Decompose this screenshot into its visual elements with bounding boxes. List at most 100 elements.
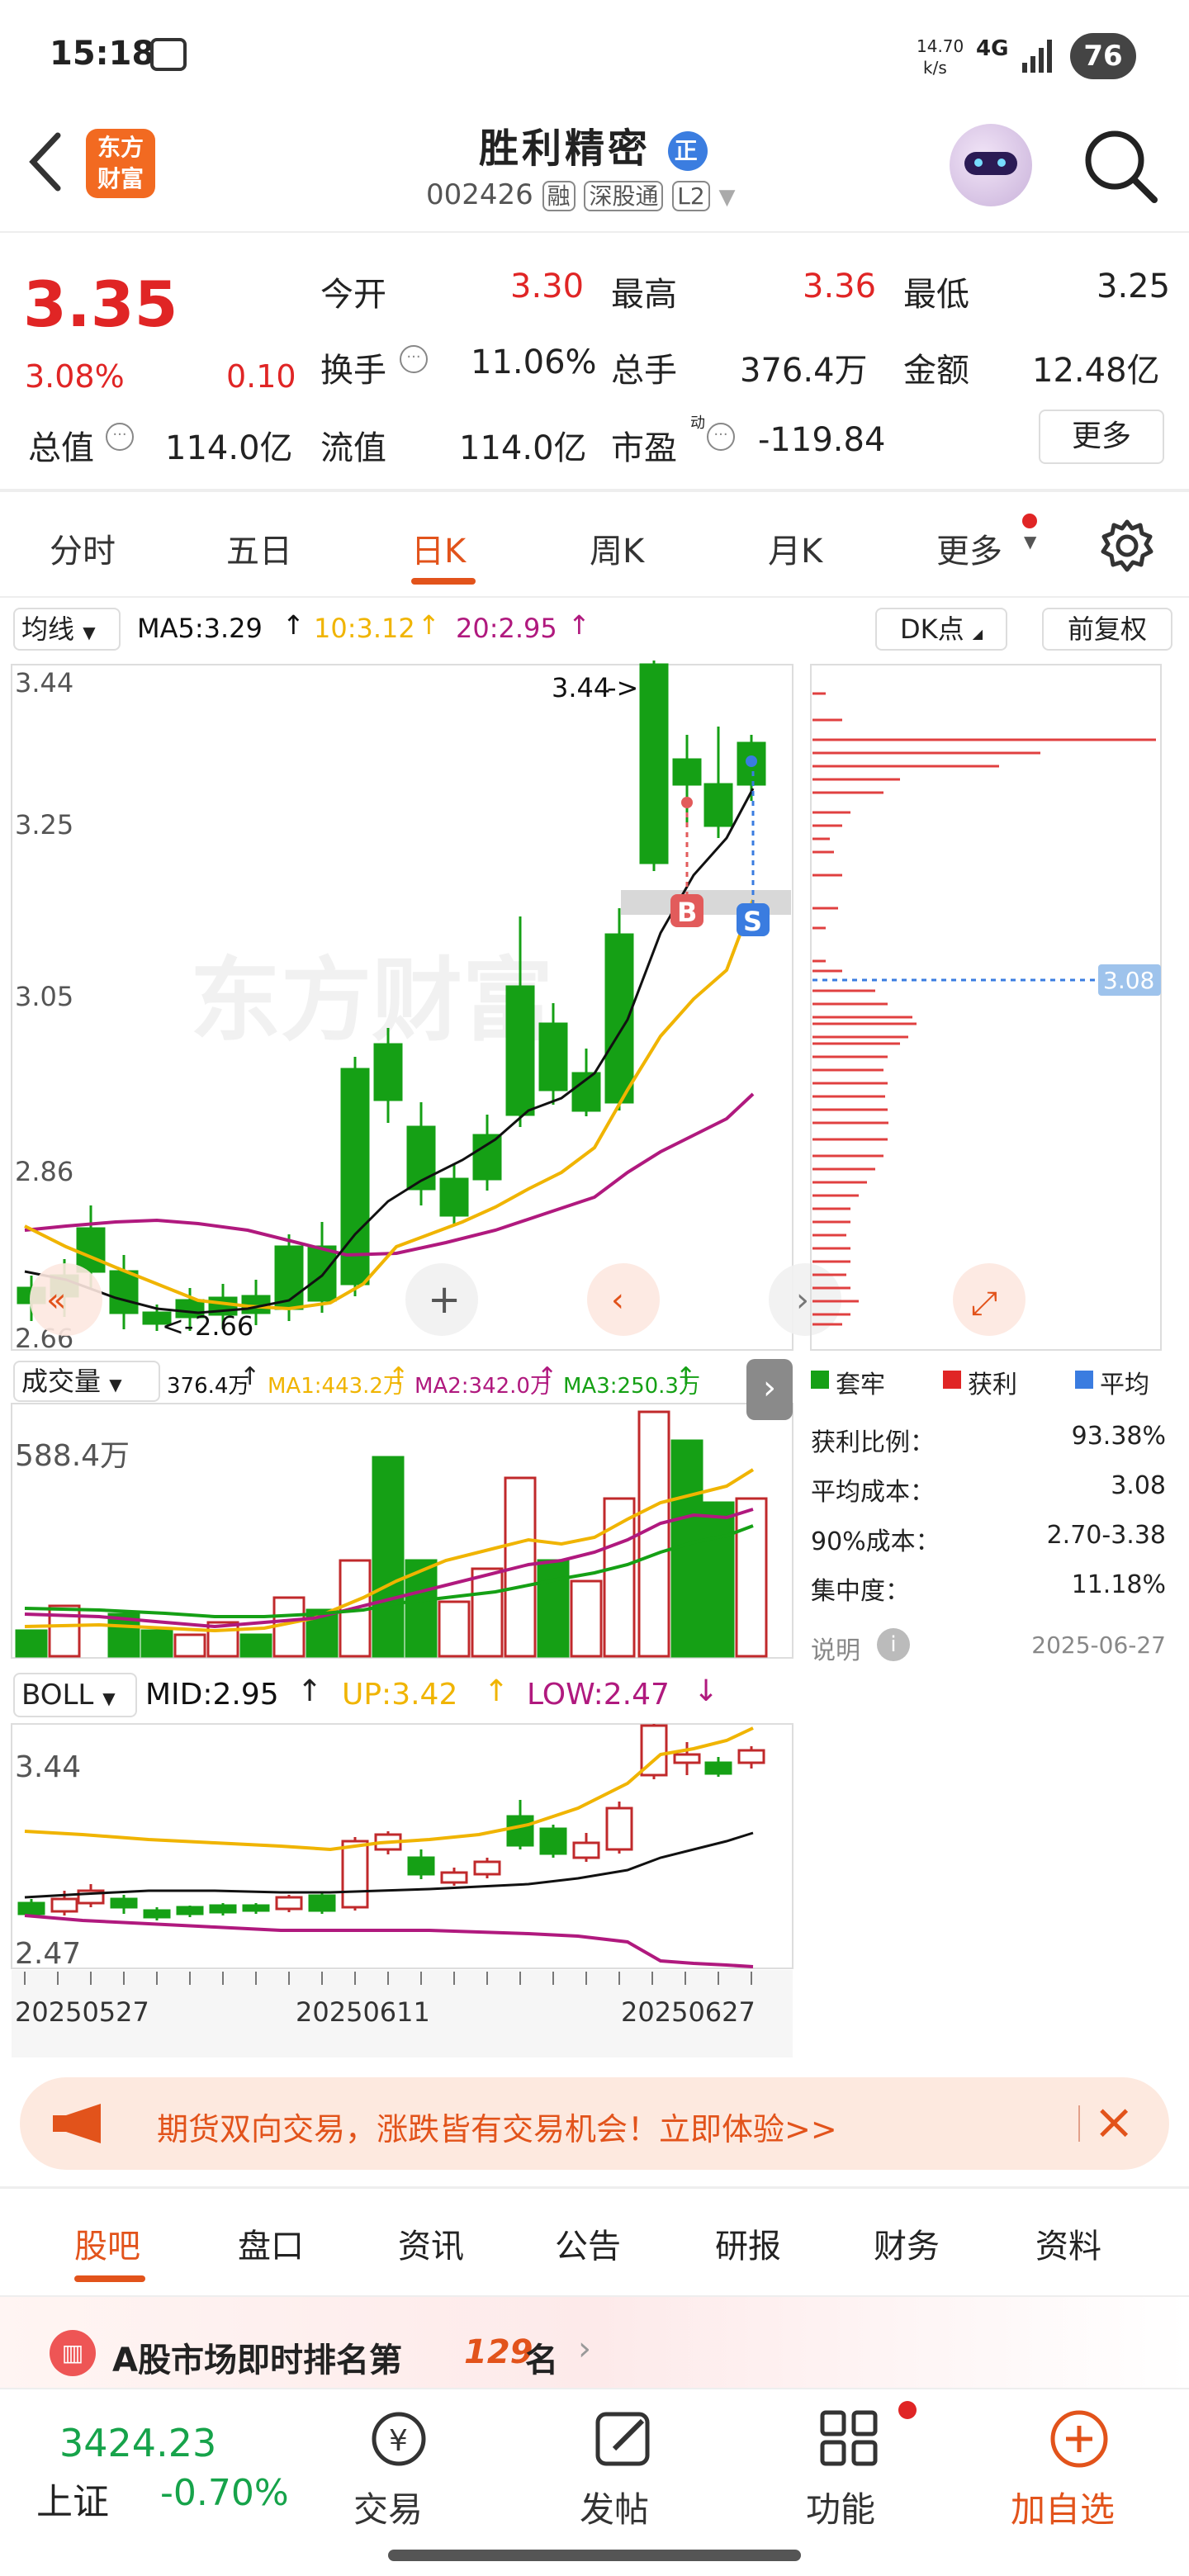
bottom-bar: 3424.23 上证 -0.70% ¥ 交易 发帖 功能 加自选 xyxy=(0,2388,1189,2576)
notification-dot xyxy=(1022,514,1037,528)
info-icon[interactable]: i xyxy=(877,1628,910,1661)
add-circle-icon[interactable] xyxy=(1042,2406,1116,2472)
boll-low-arrow-icon: ↓ xyxy=(694,1674,719,1708)
ma5-value: MA5:3.29 xyxy=(137,613,263,644)
ma10-value: 10:3.12 xyxy=(314,613,415,644)
tab-zixun[interactable]: 资讯 xyxy=(398,2219,464,2267)
boll-candle-body xyxy=(407,1856,435,1876)
candle-body xyxy=(672,758,702,786)
ma-selector[interactable]: 均线 ▼ xyxy=(13,608,121,651)
expand-panel-button[interactable]: › xyxy=(746,1359,793,1420)
boll-candle-body xyxy=(176,1906,204,1915)
last-price: 3.35 xyxy=(23,268,178,341)
stock-name: 胜利精密 xyxy=(479,125,651,172)
cost-stats: 获利比例： 93.38% 平均成本： 3.08 90%成本： 2.70-3.38… xyxy=(811,1422,1166,1686)
tab-yuek[interactable]: 月K xyxy=(768,524,822,572)
kline-chart[interactable]: 东方财富 3.443.253.052.862.66 3.44 -> <- 2.6… xyxy=(0,656,1189,2060)
tab-fenshi[interactable]: 分时 xyxy=(50,524,116,572)
net-speed-bottom: k/s xyxy=(923,58,947,78)
boll-selector[interactable]: BOLL ▼ xyxy=(13,1673,137,1717)
search-icon[interactable] xyxy=(1082,127,1161,206)
trade-icon[interactable]: ¥ xyxy=(362,2406,436,2472)
boll-candle-body xyxy=(110,1897,138,1909)
info-icon[interactable]: ··· xyxy=(400,345,428,373)
tab-guba[interactable]: 股吧 xyxy=(74,2219,140,2267)
quote-panel: 3.35 3.08% 0.10 今开 3.30 最高 3.36 最低 3.25 … xyxy=(0,233,1189,489)
battery-icon: 76 xyxy=(1070,33,1136,79)
index-name[interactable]: 上证 xyxy=(36,2472,109,2525)
price-axis-label: 3.25 xyxy=(15,809,73,841)
post-label[interactable]: 发帖 xyxy=(580,2482,649,2532)
info-icon[interactable]: ··· xyxy=(707,423,735,451)
dk-point-button[interactable]: DK点 ◢ xyxy=(875,608,1007,651)
float-label: 流值 xyxy=(320,429,386,467)
avg-label: 平均 xyxy=(1100,1371,1149,1399)
back-icon[interactable] xyxy=(25,129,66,195)
trade-label[interactable]: 交易 xyxy=(353,2482,423,2532)
candle-body xyxy=(472,1134,502,1181)
more-button[interactable]: 更多 xyxy=(1039,410,1164,464)
low-value: 3.25 xyxy=(1097,268,1171,305)
boll-candle-body xyxy=(50,1897,78,1913)
volume-label: 总手 xyxy=(611,352,677,390)
plus-icon: + xyxy=(428,1276,461,1323)
note-label[interactable]: 说明 xyxy=(811,1630,860,1666)
home-indicator xyxy=(388,2550,801,2561)
tab-wuri[interactable]: 五日 xyxy=(226,524,292,572)
tab-pankou[interactable]: 盘口 xyxy=(238,2219,304,2267)
post-icon[interactable] xyxy=(586,2406,661,2472)
robot-avatar[interactable] xyxy=(950,124,1032,206)
divider xyxy=(0,2186,1189,2189)
function-grid-icon[interactable] xyxy=(812,2406,887,2472)
volume-selector[interactable]: 成交量 ▼ xyxy=(13,1361,160,1402)
tab-gonggao[interactable]: 公告 xyxy=(555,2219,621,2267)
function-label[interactable]: 功能 xyxy=(806,2482,875,2532)
double-chevron-left-icon: « xyxy=(46,1281,66,1319)
tab-ziliao[interactable]: 资料 xyxy=(1035,2219,1101,2267)
profit-label: 获利 xyxy=(968,1371,1017,1399)
app-logo[interactable]: 东方 财富 xyxy=(86,129,155,198)
dropdown-triangle-icon[interactable]: ▼ xyxy=(719,185,736,210)
gear-icon[interactable] xyxy=(1098,517,1156,575)
index-change[interactable]: -0.70% xyxy=(160,2472,289,2514)
tab-yanbao[interactable]: 研报 xyxy=(715,2219,781,2267)
ranking-value: 129 xyxy=(464,2333,533,2371)
volume-bar xyxy=(471,1567,504,1658)
candle-body xyxy=(373,1043,403,1101)
stat-label: 获利比例： xyxy=(811,1428,935,1457)
tab-more[interactable]: 更多 xyxy=(936,524,1002,572)
boll-candle-body xyxy=(704,1761,732,1775)
volume-bar xyxy=(735,1497,768,1658)
stat-value: 3.08 xyxy=(1111,1471,1166,1500)
battery-level: 76 xyxy=(1083,40,1123,73)
price-axis-label: 3.05 xyxy=(15,981,73,1012)
ranking-banner[interactable]: ▥ A股市场即时排名第 129 名 › xyxy=(0,2297,1189,2388)
logo-line1: 东方 xyxy=(97,134,144,161)
low-label: 最低 xyxy=(903,276,969,314)
stat-value: 11.18% xyxy=(1071,1570,1166,1599)
boll-up-value: UP:3.42 xyxy=(342,1678,458,1712)
ad-banner[interactable]: 期货双向交易，涨跌皆有交易机会！立即体验>> × xyxy=(20,2077,1169,2170)
stat-value: 93.38% xyxy=(1071,1422,1166,1451)
volume-bar xyxy=(372,1456,405,1658)
stat-label: 平均成本： xyxy=(811,1478,935,1507)
volume-bar xyxy=(537,1559,570,1658)
add-watchlist-label[interactable]: 加自选 xyxy=(1011,2482,1115,2532)
stock-code-row[interactable]: 002426 融 深股通 L2 ▼ xyxy=(426,178,736,211)
close-icon[interactable]: × xyxy=(1093,2089,1135,2155)
buy-marker-label: B xyxy=(677,897,697,928)
boll-candle-body xyxy=(242,1904,270,1912)
info-icon[interactable]: ··· xyxy=(106,423,134,451)
ma20-value: 20:2.95 xyxy=(456,613,557,644)
volume-bar xyxy=(570,1579,603,1658)
tab-rik[interactable]: 日K xyxy=(411,524,466,572)
boll-candle-body xyxy=(673,1753,701,1764)
ad-text: 期货双向交易，涨跌皆有交易机会！立即体验>> xyxy=(157,2111,837,2147)
tab-caiwu[interactable]: 财务 xyxy=(874,2219,940,2267)
tag-l2: L2 xyxy=(672,181,710,211)
low-marker-arrow: <- xyxy=(162,1310,193,1342)
tab-zhouk[interactable]: 周K xyxy=(590,524,644,572)
index-value[interactable]: 3424.23 xyxy=(59,2421,216,2465)
fq-button[interactable]: 前复权 xyxy=(1042,608,1172,651)
volume-bar xyxy=(239,1633,272,1658)
